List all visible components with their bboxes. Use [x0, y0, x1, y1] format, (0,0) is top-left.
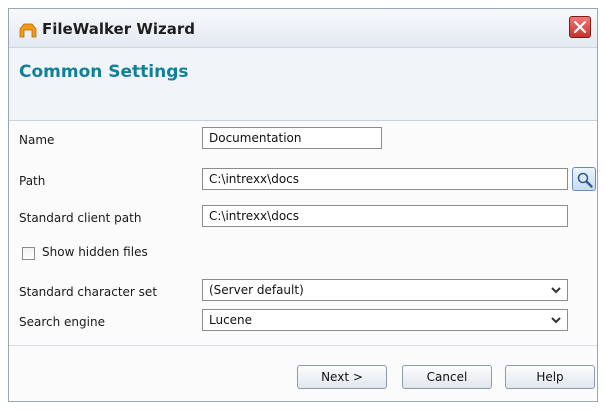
client-path-field[interactable]: C:\intrexx\docs [202, 205, 568, 227]
help-button[interactable]: Help [505, 365, 595, 389]
filewalker-icon [19, 22, 37, 38]
browse-button[interactable] [572, 167, 596, 191]
path-field[interactable]: C:\intrexx\docs [202, 168, 568, 190]
page-title: Common Settings [19, 62, 189, 82]
engine-select[interactable]: Lucene [202, 309, 568, 331]
engine-value: Lucene [209, 313, 253, 327]
wizard-window: FileWalker Wizard Common Settings Name D… [8, 8, 598, 402]
charset-value: (Server default) [209, 283, 304, 297]
chevron-down-icon [551, 317, 561, 324]
charset-label: Standard character set [19, 285, 158, 299]
window-title: FileWalker Wizard [42, 20, 196, 38]
footer-divider [9, 345, 597, 346]
path-label: Path [19, 174, 46, 188]
wizard-header: Common Settings [9, 48, 597, 121]
next-button[interactable]: Next > [297, 365, 387, 389]
client-path-label: Standard client path [19, 211, 142, 225]
charset-select[interactable]: (Server default) [202, 279, 568, 301]
cancel-button[interactable]: Cancel [402, 365, 492, 389]
close-button[interactable] [569, 16, 591, 38]
show-hidden-checkbox[interactable] [22, 247, 35, 260]
engine-label: Search engine [19, 315, 105, 329]
close-icon [573, 20, 587, 34]
title-bar[interactable]: FileWalker Wizard [9, 9, 597, 48]
name-label: Name [19, 133, 55, 147]
name-field[interactable]: Documentation [202, 127, 382, 149]
search-icon [577, 172, 593, 188]
chevron-down-icon [551, 287, 561, 294]
show-hidden-label[interactable]: Show hidden files [42, 245, 148, 259]
